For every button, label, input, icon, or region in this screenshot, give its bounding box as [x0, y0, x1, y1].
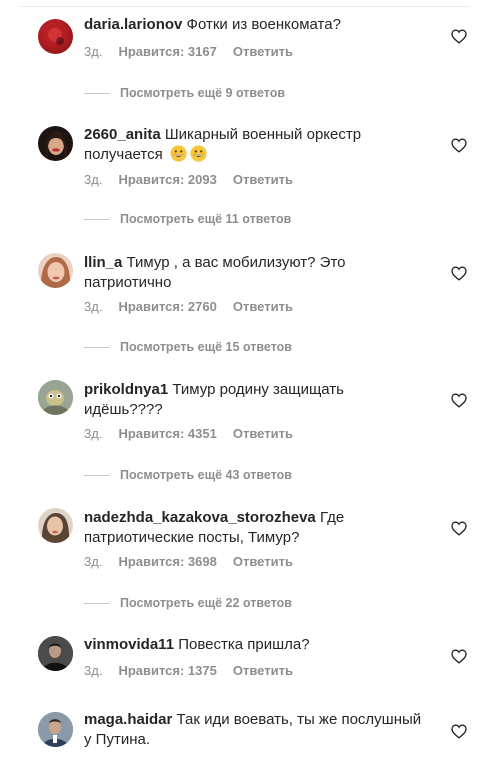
comment-text: prikoldnya1 Тимур родину защищать идёшь?…: [84, 380, 424, 419]
view-replies-label: Посмотреть ещё 22 ответов: [120, 596, 292, 610]
avatar[interactable]: [38, 380, 73, 415]
comment-time: 3д.: [84, 44, 103, 59]
avatar[interactable]: [38, 19, 73, 54]
divider-line: [84, 602, 110, 604]
comment-text: 2660_anita Шикарный военный оркестр полу…: [84, 125, 424, 164]
likes-count[interactable]: Нравится: 4351: [118, 426, 216, 441]
comment-meta: 3д. Нравится: 2093 Ответить: [84, 172, 309, 187]
comment-time: 3д.: [84, 172, 103, 187]
username-link[interactable]: llin_a: [84, 254, 122, 271]
comment-body: Повестка пришла?: [178, 636, 310, 653]
likes-count[interactable]: Нравится: 2093: [118, 172, 216, 187]
username-link[interactable]: nadezhda_kazakova_storozheva: [84, 509, 316, 526]
avatar[interactable]: [38, 712, 73, 747]
comment-time: 3д.: [84, 663, 103, 678]
reply-button[interactable]: Ответить: [233, 44, 293, 59]
view-replies-label: Посмотреть ещё 11 ответов: [120, 212, 292, 226]
view-replies-label: Посмотреть ещё 15 ответов: [120, 340, 292, 354]
username-link[interactable]: daria.larionov: [84, 16, 182, 33]
reply-button[interactable]: Ответить: [233, 663, 293, 678]
avatar[interactable]: [38, 508, 73, 543]
comment-text: vinmovida11 Повестка пришла?: [84, 635, 424, 655]
avatar[interactable]: [38, 253, 73, 288]
comment-time: 3д.: [84, 299, 103, 314]
username-link[interactable]: prikoldnya1: [84, 381, 168, 398]
likes-count[interactable]: Нравится: 1375: [118, 663, 216, 678]
username-link[interactable]: maga.haidar: [84, 711, 172, 728]
avatar[interactable]: [38, 126, 73, 161]
heart-icon[interactable]: [451, 724, 467, 739]
view-replies-button[interactable]: Посмотреть ещё 9 ответов: [84, 86, 285, 100]
comment-time: 3д.: [84, 554, 103, 569]
likes-count[interactable]: Нравится: 2760: [118, 299, 216, 314]
divider-line: [84, 346, 110, 348]
comment-meta: 3д. Нравится: 2760 Ответить: [84, 299, 309, 314]
comment-body: Фотки из военкомата?: [186, 16, 341, 33]
reply-button[interactable]: Ответить: [233, 426, 293, 441]
likes-count[interactable]: Нравится: 3698: [118, 554, 216, 569]
heart-icon[interactable]: [451, 29, 467, 44]
heart-icon[interactable]: [451, 266, 467, 281]
reply-button[interactable]: Ответить: [233, 554, 293, 569]
comment-text: maga.haidar Так иди воевать, ты же послу…: [84, 710, 424, 749]
username-link[interactable]: vinmovida11: [84, 636, 174, 653]
reply-button[interactable]: Ответить: [233, 299, 293, 314]
divider-line: [84, 474, 110, 476]
top-divider: [20, 6, 470, 7]
grinning-face-emoji: [190, 144, 207, 162]
view-replies-label: Посмотреть ещё 9 ответов: [120, 86, 286, 100]
heart-icon[interactable]: [451, 138, 467, 153]
avatar[interactable]: [38, 636, 73, 671]
comment-text: nadezhda_kazakova_storozheva Где патриот…: [84, 508, 424, 547]
comment-text: llin_a Тимур , а вас мобилизуют? Это пат…: [84, 253, 424, 292]
view-replies-button[interactable]: Посмотреть ещё 11 ответов: [84, 212, 291, 226]
divider-line: [84, 92, 110, 94]
comment-text: daria.larionov Фотки из военкомата?: [84, 15, 424, 35]
view-replies-button[interactable]: Посмотреть ещё 22 ответов: [84, 596, 292, 610]
view-replies-button[interactable]: Посмотреть ещё 15 ответов: [84, 340, 292, 354]
comment-meta: 3д. Нравится: 3167 Ответить: [84, 44, 309, 59]
comment-meta: 3д. Нравится: 3698 Ответить: [84, 554, 309, 569]
view-replies-button[interactable]: Посмотреть ещё 43 ответов: [84, 468, 292, 482]
comment-meta: 3д. Нравится: 4351 Ответить: [84, 426, 309, 441]
likes-count[interactable]: Нравится: 3167: [118, 44, 216, 59]
view-replies-label: Посмотреть ещё 43 ответов: [120, 468, 292, 482]
grinning-face-emoji: [170, 144, 187, 162]
comment-meta: 3д. Нравится: 1375 Ответить: [84, 663, 309, 678]
comment-body: Тимур , а вас мобилизуют? Это патриотичн…: [84, 254, 346, 291]
heart-icon[interactable]: [451, 393, 467, 408]
divider-line: [84, 218, 110, 220]
heart-icon[interactable]: [451, 521, 467, 536]
comment-time: 3д.: [84, 426, 103, 441]
reply-button[interactable]: Ответить: [233, 172, 293, 187]
heart-icon[interactable]: [451, 649, 467, 664]
username-link[interactable]: 2660_anita: [84, 126, 161, 143]
